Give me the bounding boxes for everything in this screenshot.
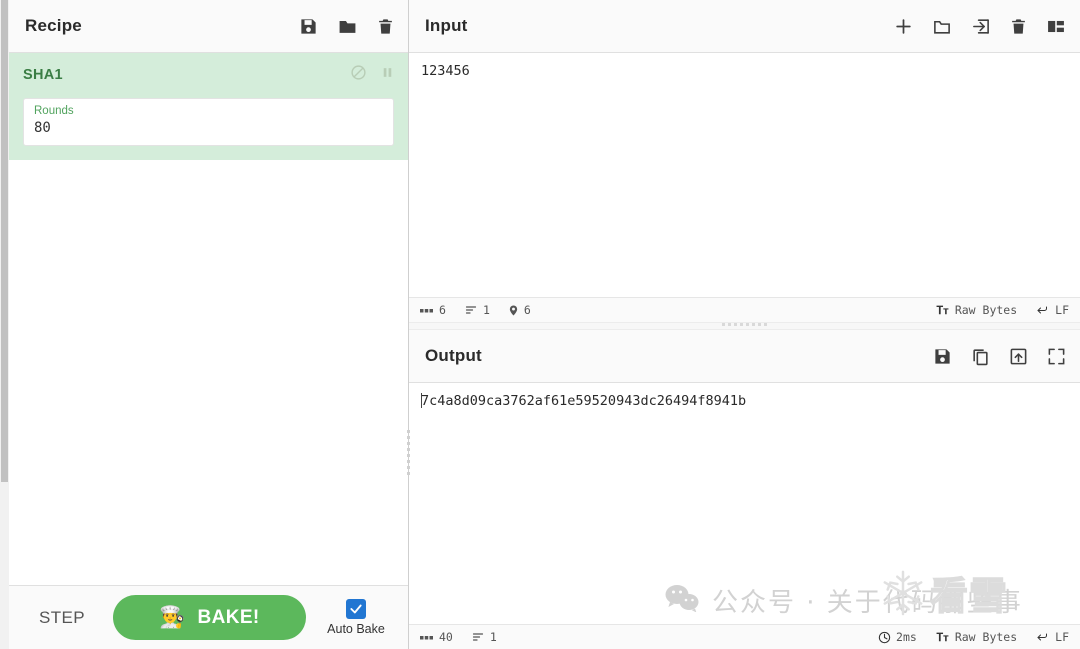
input-length[interactable]: 6 <box>420 303 446 317</box>
input-lines-value: 1 <box>482 303 490 317</box>
save-recipe-icon[interactable] <box>299 17 318 36</box>
input-line-ending[interactable]: LF <box>1035 303 1069 317</box>
reset-pane-layout-icon[interactable] <box>1046 17 1066 36</box>
output-value: 7c4a8d09ca3762af61e59520943dc26494f8941b <box>421 393 747 409</box>
input-status-right: Raw Bytes LF <box>917 303 1069 317</box>
output-textarea[interactable]: 7c4a8d09ca3762af61e59520943dc26494f8941b <box>409 383 1080 624</box>
input-lines[interactable]: 1 <box>464 303 490 317</box>
output-length[interactable]: 40 <box>420 630 453 644</box>
input-line-ending-value: LF <box>1055 303 1069 317</box>
ingredient-rounds[interactable]: Rounds 80 <box>23 98 394 146</box>
recipe-operation[interactable]: SHA1 Rounds 80 <box>9 53 408 160</box>
ingredient-value[interactable]: 80 <box>34 119 383 138</box>
input-panel: Input 123456 6 1 6 Raw Bytes LF <box>409 0 1080 326</box>
input-length-value: 6 <box>439 303 446 317</box>
input-position-value: 6 <box>523 303 531 317</box>
operation-title: SHA1 <box>23 67 63 83</box>
recipe-pane: Recipe <box>9 0 410 649</box>
bake-controls: STEP 👨‍🍳 BAKE! Auto Bake <box>9 585 408 649</box>
io-splitter-handle[interactable] <box>409 323 1080 326</box>
output-status-right: 2ms Raw Bytes LF <box>860 630 1069 644</box>
input-status-bar: 6 1 6 Raw Bytes LF <box>409 297 1080 322</box>
page-scrollbar[interactable] <box>0 0 9 649</box>
clock-icon <box>878 631 891 643</box>
operation-header: SHA1 <box>23 63 394 87</box>
recipe-operation-list[interactable]: SHA1 Rounds 80 <box>9 53 408 585</box>
pause-icon[interactable] <box>381 65 394 85</box>
lines-icon <box>465 306 477 314</box>
output-encoding-value: Raw Bytes <box>954 630 1018 644</box>
ingredient-label: Rounds <box>34 105 74 117</box>
lines-icon <box>472 633 483 641</box>
bake-button-label: BAKE! <box>197 606 260 628</box>
output-toolbar <box>933 347 1066 366</box>
open-file-as-input-icon[interactable] <box>971 17 991 36</box>
auto-bake-toggle[interactable]: Auto Bake <box>320 599 392 636</box>
font-icon <box>936 632 949 641</box>
save-output-icon[interactable] <box>933 347 952 366</box>
maximise-output-icon[interactable] <box>1047 347 1066 366</box>
auto-bake-label: Auto Bake <box>327 622 385 636</box>
auto-bake-checkbox[interactable] <box>346 599 366 619</box>
load-recipe-icon[interactable] <box>337 17 358 36</box>
output-status-bar: 40 1 2ms Raw Bytes LF <box>409 624 1080 649</box>
output-line-ending[interactable]: LF <box>1035 630 1069 644</box>
recipe-toolbar <box>299 17 394 36</box>
add-input-tab-icon[interactable] <box>894 17 913 36</box>
open-folder-as-input-icon[interactable] <box>932 17 952 36</box>
input-toolbar <box>894 17 1066 36</box>
step-button[interactable]: STEP <box>25 602 99 634</box>
font-icon <box>936 305 949 314</box>
output-lines-value: 1 <box>489 630 497 644</box>
input-text[interactable]: 123456 <box>421 62 1068 80</box>
copy-output-icon[interactable] <box>971 347 990 366</box>
output-length-value: 40 <box>439 630 453 644</box>
clear-recipe-icon[interactable] <box>377 17 394 36</box>
recipe-title-bar: Recipe <box>9 0 408 53</box>
replace-input-with-output-icon[interactable] <box>1009 347 1028 366</box>
output-panel: Output 7c4a8d09ca3762af61e59520943dc2649… <box>409 330 1080 649</box>
output-lines[interactable]: 1 <box>471 630 497 644</box>
input-textarea[interactable]: 123456 <box>409 53 1080 297</box>
input-title: Input <box>425 16 468 35</box>
disable-icon[interactable] <box>350 64 367 86</box>
io-pane: Input 123456 6 1 6 Raw Bytes LF Output 7… <box>409 0 1080 649</box>
bake-button[interactable]: 👨‍🍳 BAKE! <box>113 595 306 640</box>
enter-arrow-icon <box>1037 306 1048 314</box>
input-encoding[interactable]: Raw Bytes <box>935 303 1017 317</box>
cyberchef-app: Recipe <box>0 0 1080 649</box>
map-pin-icon <box>509 304 518 316</box>
enter-arrow-icon <box>1037 633 1048 641</box>
output-line-ending-value: LF <box>1055 630 1069 644</box>
output-title: Output <box>425 346 482 365</box>
output-encoding[interactable]: Raw Bytes <box>935 630 1017 644</box>
output-bake-time[interactable]: 2ms <box>878 630 917 644</box>
input-encoding-value: Raw Bytes <box>954 303 1018 317</box>
output-bake-time-value: 2ms <box>896 630 917 644</box>
output-title-bar: Output <box>409 330 1080 383</box>
abc-icon <box>420 635 433 639</box>
output-text[interactable]: 7c4a8d09ca3762af61e59520943dc26494f8941b <box>421 392 1068 410</box>
recipe-title: Recipe <box>25 16 82 35</box>
page-scrollbar-thumb[interactable] <box>1 0 8 482</box>
operation-controls <box>350 64 394 86</box>
recipe-pane-resize-handle[interactable] <box>407 430 414 475</box>
clear-input-icon[interactable] <box>1010 17 1027 36</box>
input-position[interactable]: 6 <box>508 303 531 317</box>
input-title-bar: Input <box>409 0 1080 53</box>
abc-icon <box>420 308 433 312</box>
chef-icon: 👨‍🍳 <box>159 606 186 629</box>
